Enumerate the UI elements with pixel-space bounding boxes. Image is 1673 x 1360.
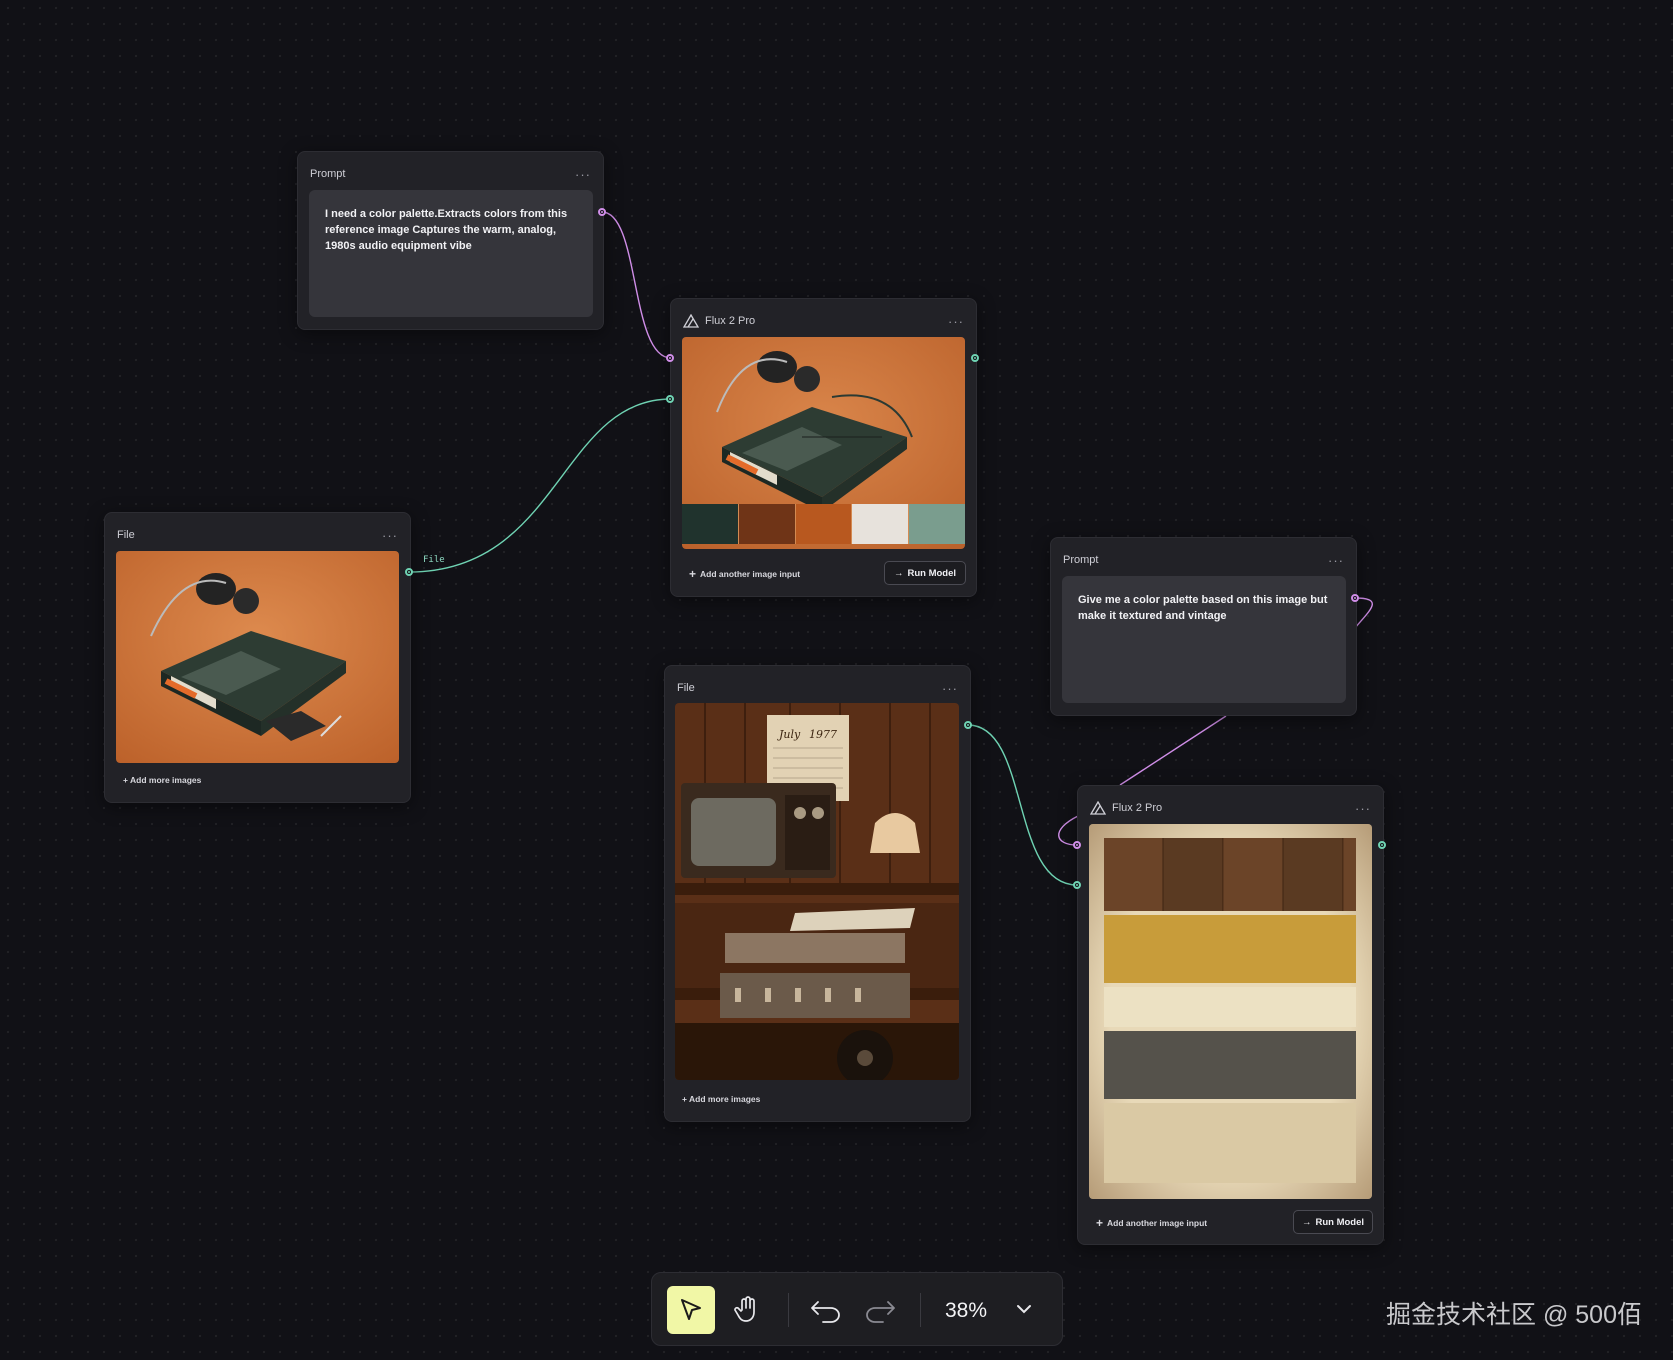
canvas-toolbar: 38% — [651, 1272, 1063, 1346]
file-node-2[interactable]: File ··· July 1977 + Add more images — [664, 665, 971, 1122]
file-image — [116, 551, 399, 763]
palette-strip — [682, 504, 965, 544]
toolbar-divider — [920, 1293, 921, 1327]
more-options-icon[interactable]: ··· — [1355, 801, 1371, 816]
palette-swatch — [794, 504, 852, 544]
flux-model-icon — [1090, 801, 1106, 815]
toolbar-divider — [788, 1293, 789, 1327]
more-options-icon[interactable]: ··· — [1328, 553, 1344, 568]
run-model-button[interactable]: → Run Model — [884, 561, 966, 585]
arrow-right-icon: → — [893, 567, 904, 579]
generated-image — [1089, 824, 1372, 1199]
input-port-prompt[interactable] — [1073, 841, 1081, 849]
input-port-prompt[interactable] — [666, 354, 674, 362]
select-tool-button[interactable] — [667, 1286, 715, 1334]
palette-swatch — [908, 504, 965, 544]
zoom-menu-button[interactable] — [1012, 1297, 1036, 1321]
add-input-label: Add another image input — [1107, 1218, 1208, 1228]
calendar-month: July — [777, 728, 801, 741]
palette-swatch — [737, 504, 795, 544]
add-more-images-button[interactable]: + Add more images — [682, 1094, 760, 1104]
arrow-right-icon: → — [1301, 1216, 1312, 1228]
edge-prompt2-to-flux2 — [1354, 597, 1373, 629]
zoom-level[interactable]: 38% — [945, 1299, 987, 1323]
edge-label: File — [423, 555, 445, 565]
node-title: Flux 2 Pro — [1112, 802, 1163, 814]
input-port-image[interactable] — [666, 395, 674, 403]
output-port[interactable] — [1351, 594, 1359, 602]
texture-swatch-mustard — [1104, 915, 1356, 983]
file-image: July 1977 — [675, 703, 959, 1080]
node-header: Prompt ··· — [310, 166, 591, 182]
more-options-icon[interactable]: ··· — [382, 528, 398, 543]
plus-icon: + — [689, 567, 697, 581]
watermark: 掘金技术社区 @ 500佰 — [1386, 1301, 1642, 1329]
pointer-icon — [681, 1299, 701, 1320]
prompt-textarea[interactable]: I need a color palette.Extracts colors f… — [309, 190, 593, 317]
run-label: Run Model — [1315, 1216, 1365, 1228]
edge-prompt2-to-flux2-b — [1119, 715, 1227, 786]
more-options-icon[interactable]: ··· — [575, 167, 591, 182]
flux-node-1[interactable]: Flux 2 Pro ··· + Add another image input… — [670, 298, 977, 597]
output-port[interactable] — [598, 208, 606, 216]
output-port[interactable] — [964, 721, 972, 729]
node-title: File — [677, 682, 695, 694]
palette-swatch — [851, 504, 909, 544]
run-model-button[interactable]: → Run Model — [1293, 1210, 1373, 1234]
add-more-images-button[interactable]: + Add more images — [123, 775, 201, 785]
file-node-1[interactable]: File ··· + Add more images — [104, 512, 411, 803]
prompt-node-1[interactable]: Prompt ··· I need a color palette.Extrac… — [297, 151, 604, 330]
texture-swatch-cream — [1104, 987, 1356, 1027]
palette-swatch — [682, 504, 738, 544]
more-options-icon[interactable]: ··· — [942, 681, 958, 696]
hand-tool-button[interactable] — [723, 1286, 771, 1334]
add-input-label: Add another image input — [700, 569, 801, 579]
node-header: File ··· — [117, 527, 398, 543]
edge-file2-to-flux2 — [967, 724, 1078, 886]
node-title: Flux 2 Pro — [705, 315, 756, 327]
redo-icon — [866, 1301, 895, 1323]
more-options-icon[interactable]: ··· — [948, 314, 964, 329]
prompt-node-2[interactable]: Prompt ··· Give me a color palette based… — [1050, 537, 1357, 716]
redo-button[interactable] — [856, 1286, 904, 1334]
edge-prompt1-to-flux1 — [601, 211, 672, 359]
output-port[interactable] — [971, 354, 979, 362]
hand-icon — [734, 1296, 755, 1322]
cassette-recorder-image — [116, 551, 399, 763]
add-image-input-button[interactable]: + Add another image input — [689, 567, 800, 581]
flux-node-2[interactable]: Flux 2 Pro ··· + Add another image input… — [1077, 785, 1384, 1245]
output-port[interactable] — [1378, 841, 1386, 849]
generated-image — [682, 337, 965, 549]
input-port-image[interactable] — [1073, 881, 1081, 889]
flux-model-icon — [683, 314, 699, 328]
node-title: Prompt — [310, 168, 346, 180]
undo-button[interactable] — [802, 1286, 850, 1334]
run-label: Run Model — [907, 567, 957, 579]
calendar-year: 1977 — [809, 728, 837, 741]
node-header: Prompt ··· — [1063, 552, 1344, 568]
node-title: Prompt — [1063, 554, 1099, 566]
edge-file1-to-flux1 — [408, 398, 672, 573]
node-title: File — [117, 529, 135, 541]
node-header: File ··· — [677, 680, 958, 696]
texture-swatch-sand — [1104, 1103, 1356, 1183]
node-header: Flux 2 Pro ··· — [1090, 800, 1371, 816]
undo-icon — [811, 1301, 840, 1323]
add-image-input-button[interactable]: + Add another image input — [1096, 1216, 1207, 1230]
plus-icon: + — [1096, 1216, 1104, 1230]
output-port[interactable] — [405, 568, 413, 576]
vintage-room-image: July 1977 — [675, 703, 959, 1080]
texture-swatch-wood — [1104, 838, 1356, 911]
chevron-down-icon — [1017, 1305, 1031, 1314]
node-header: Flux 2 Pro ··· — [683, 313, 964, 329]
prompt-textarea[interactable]: Give me a color palette based on this im… — [1062, 576, 1346, 703]
texture-swatch-charcoal — [1104, 1031, 1356, 1099]
